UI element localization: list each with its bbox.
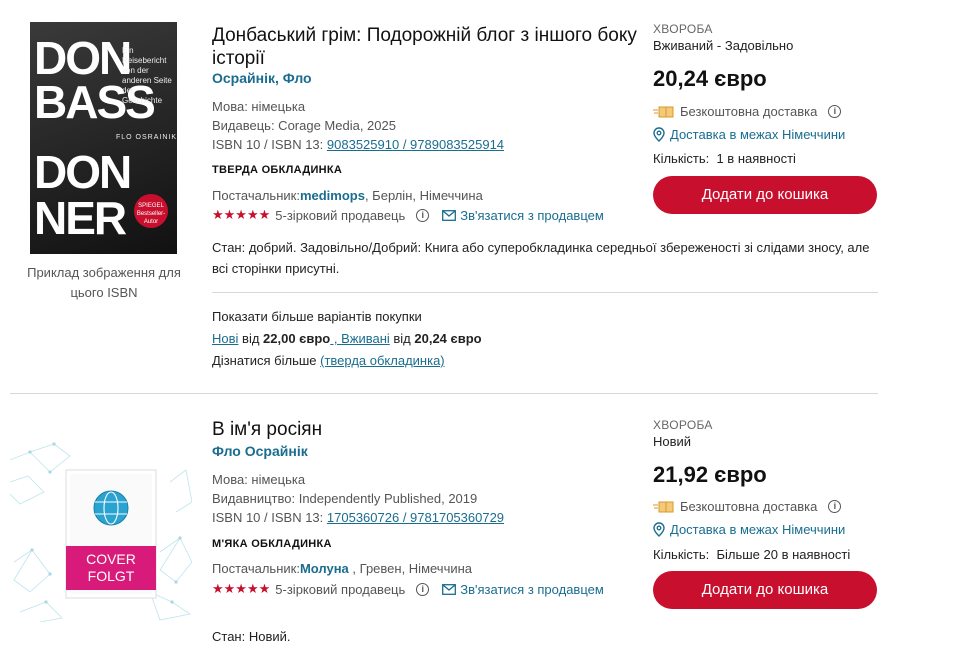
package-icon — [653, 106, 674, 117]
package-icon — [653, 501, 674, 512]
add-to-cart-button[interactable]: Додати до кошика — [653, 571, 877, 609]
new-price: 22,00 євро — [263, 331, 331, 346]
more-options-heading: Показати більше варіантів покупки — [212, 309, 422, 324]
delivery-row[interactable]: Доставка в межах Німеччини — [653, 127, 845, 142]
item-condition: Стан: добрий. Задовільно/Добрий: Книга а… — [212, 240, 870, 276]
isbn-link[interactable]: 9083525910 / 9789083525914 — [327, 137, 504, 152]
quantity-value: 1 в наявності — [716, 151, 796, 166]
item-state: Вживаний - Задовільно — [653, 38, 794, 53]
book-language: Мова: німецька — [212, 472, 306, 487]
cover-sticker: SPIEGEL Bestseller-Autor — [134, 194, 168, 228]
quantity-label: Кількість: — [653, 547, 710, 562]
book-language: Мова: німецька — [212, 99, 306, 114]
free-shipping-row: Безкоштовна доставка i — [653, 104, 842, 119]
free-shipping-row: Безкоштовна доставка i — [653, 499, 842, 514]
more-options-prices: Нові від 22,00 євро , Вживані від 20,24 … — [212, 328, 482, 350]
book-title[interactable]: Донбаський грім: Подорожній блог з іншог… — [212, 24, 642, 70]
seller-name-link[interactable]: medimops — [300, 188, 365, 203]
seller-label: Постачальник: — [212, 561, 300, 576]
seller-name-link[interactable]: Молуна — [300, 561, 349, 576]
seller-rating-row: ★★★★★ 5-зірковий продавець i Зв'язатися … — [212, 207, 604, 223]
image-caption: Приклад зображення для цього ISBN — [27, 265, 181, 300]
network-background — [9, 442, 193, 623]
category-label: ХВОРОБА — [653, 418, 713, 432]
book-publisher: Видавець: Corage Media, 2025 — [212, 118, 396, 133]
seller-label: Постачальник: — [212, 188, 300, 203]
shipping-text: Безкоштовна доставка — [680, 104, 818, 119]
mail-icon — [442, 209, 457, 221]
delivery-row[interactable]: Доставка в межах Німеччини — [653, 522, 845, 537]
book-title[interactable]: В ім'я росіян — [212, 418, 322, 441]
contact-seller-link[interactable]: Зв'язатися з продавцем — [442, 208, 604, 223]
location-pin-icon — [653, 522, 665, 537]
book-isbn: ISBN 10 / ISBN 13: 9083525910 / 97890835… — [212, 135, 504, 154]
info-icon[interactable]: i — [416, 582, 430, 596]
location-pin-icon — [653, 127, 665, 142]
book-isbn: ISBN 10 / ISBN 13: 1705360726 / 97817053… — [212, 508, 504, 527]
seller-info: Постачальник:Молуна , Гревен, Німеччина — [212, 561, 472, 576]
quantity-label: Кількість: — [653, 151, 710, 166]
isbn-link[interactable]: 1705360726 / 9781705360729 — [327, 510, 504, 525]
category-label: ХВОРОБА — [653, 22, 713, 36]
seller-location: , Гревен, Німеччина — [348, 561, 473, 576]
seller-rating-row: ★★★★★ 5-зірковий продавець i Зв'язатися … — [212, 581, 604, 597]
info-icon[interactable]: i — [416, 208, 430, 222]
binding-link[interactable]: (тверда обкладинка) — [320, 353, 445, 368]
learn-more-label: Дізнатися більше — [212, 353, 321, 368]
item-state: Новий — [653, 434, 692, 449]
seller-rating: 5-зірковий продавець — [275, 581, 406, 597]
used-from: від — [389, 331, 415, 346]
cover-text-line: FOLGT — [87, 568, 135, 584]
book-author[interactable]: Фло Осрайнік — [212, 443, 308, 459]
book-cover-image[interactable]: DON BASS DON NER Ein Reisebericht von de… — [30, 22, 177, 254]
cover-author: FLO OSRAINIK — [116, 134, 177, 141]
shipping-text: Безкоштовна доставка — [680, 499, 818, 514]
cover-title-line: DON — [34, 32, 132, 84]
seller-rating: 5-зірковий продавець — [275, 207, 406, 223]
cover-title-line: DON — [34, 146, 132, 198]
info-icon[interactable]: i — [828, 105, 842, 118]
star-icon: ★★★★★ — [212, 207, 271, 222]
seller-location: , Берлін, Німеччина — [364, 188, 483, 203]
book-author[interactable]: Осрайнік, Фло — [212, 70, 312, 86]
quantity: Кількість: 1 в наявності — [653, 151, 796, 166]
info-icon[interactable]: i — [828, 500, 842, 513]
seller-info: Постачальник:medimops, Берлін, Німеччина — [212, 188, 483, 203]
binding-type: М'ЯКА ОБКЛАДИНКА — [212, 538, 332, 550]
item-condition: Стан: Новий. — [212, 629, 291, 644]
contact-seller-label: Зв'язатися з продавцем — [460, 207, 604, 223]
contact-seller-link[interactable]: Зв'язатися з продавцем — [442, 582, 604, 597]
divider — [212, 292, 878, 293]
book-publisher: Видавництво: Independently Published, 20… — [212, 491, 478, 506]
price: 20,24 євро — [653, 66, 767, 91]
learn-more: Дізнатися більше (тверда обкладинка) — [212, 350, 445, 372]
price: 21,92 євро — [653, 462, 767, 487]
cover-title-line: NER — [34, 192, 127, 244]
used-offers-link[interactable]: Вживані — [341, 331, 390, 346]
quantity-value: Більше 20 в наявності — [716, 547, 851, 562]
mail-icon — [442, 583, 457, 595]
used-price: 20,24 євро — [414, 331, 482, 346]
new-from: від — [238, 331, 264, 346]
book-cover-placeholder[interactable]: COVER FOLGT — [9, 442, 193, 623]
delivery-text: Доставка в межах Німеччини — [670, 522, 846, 537]
cover-placeholder-text: COVER FOLGT — [66, 551, 156, 585]
quantity: Кількість: Більше 20 в наявності — [653, 547, 850, 562]
star-icon: ★★★★★ — [212, 581, 271, 596]
cover-text-line: COVER — [86, 551, 136, 567]
cover-subtitle: Ein Reisebericht von der anderen Seite d… — [122, 46, 172, 105]
new-offers-link[interactable]: Нові — [212, 331, 238, 346]
listing-divider — [10, 393, 878, 394]
separator: , — [330, 331, 342, 346]
delivery-text: Доставка в межах Німеччини — [670, 127, 846, 142]
contact-seller-label: Зв'язатися з продавцем — [460, 581, 604, 597]
add-to-cart-button[interactable]: Додати до кошика — [653, 176, 877, 214]
binding-type: ТВЕРДА ОБКЛАДИНКА — [212, 164, 343, 176]
isbn-label: ISBN 10 / ISBN 13: — [212, 137, 324, 152]
isbn-label: ISBN 10 / ISBN 13: — [212, 510, 324, 525]
